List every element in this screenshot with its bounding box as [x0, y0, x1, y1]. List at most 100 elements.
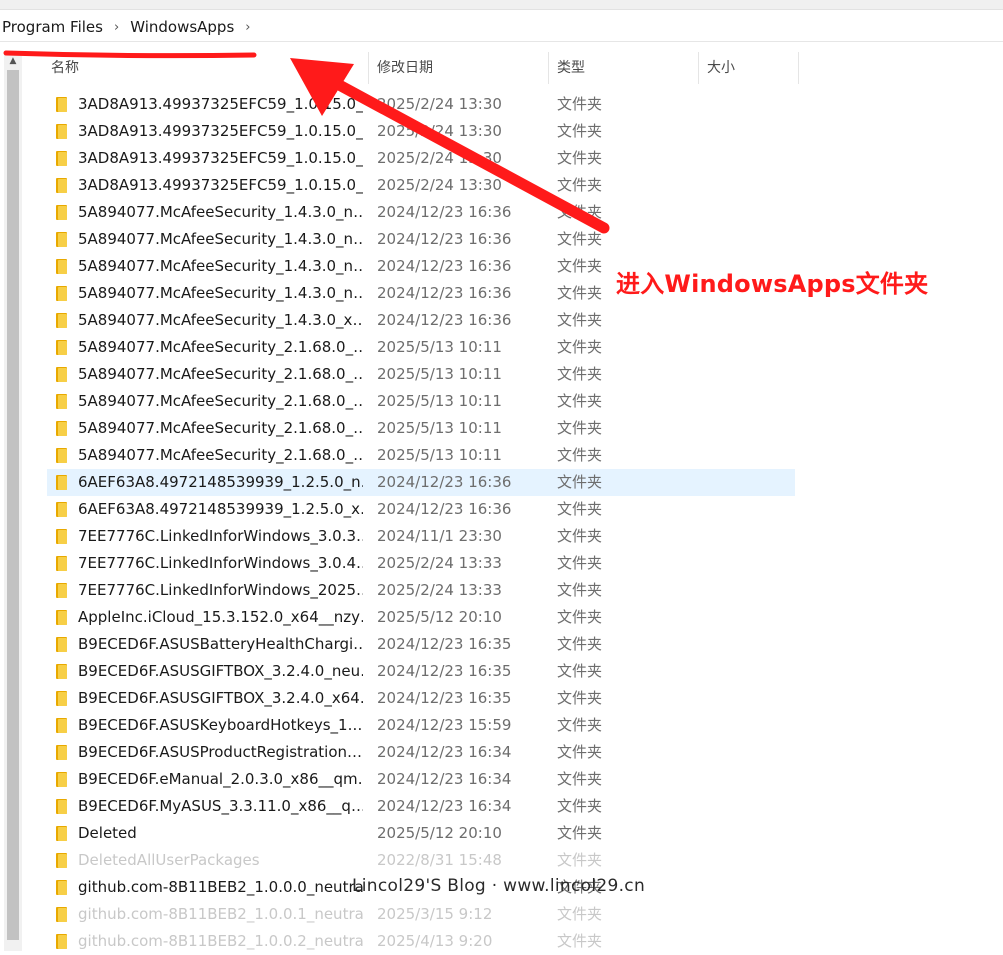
file-modified-date: 2024/12/23 16:35 [377, 635, 512, 653]
column-divider[interactable] [368, 52, 369, 84]
file-row[interactable]: B9ECED6F.MyASUS_3.3.11.0_x86__q… 2024/12/… [47, 793, 795, 820]
file-row[interactable]: 5A894077.McAfeeSecurity_2.1.68.0_… 2025/5… [47, 334, 795, 361]
file-row[interactable]: 7EE7776C.LinkedInforWindows_3.0.4… 2025/2… [47, 550, 795, 577]
file-type: 文件夹 [557, 770, 603, 788]
file-name: github.com-8B11BEB2_1.0.0.0_neutra… [78, 878, 363, 896]
file-modified-date: 2025/2/24 13:30 [377, 95, 502, 113]
file-row[interactable]: 5A894077.McAfeeSecurity_1.4.3.0_n… 2024/1… [47, 226, 795, 253]
file-row[interactable]: 5A894077.McAfeeSecurity_1.4.3.0_n… 2024/1… [47, 199, 795, 226]
file-modified-date: 2024/12/23 16:35 [377, 689, 512, 707]
file-modified-date: 2025/5/13 10:11 [377, 392, 502, 410]
file-modified-date: 2025/5/12 20:10 [377, 824, 502, 842]
file-row[interactable]: Deleted 2025/5/12 20:10 文件夹 [47, 820, 795, 847]
file-type: 文件夹 [557, 122, 603, 140]
file-row[interactable]: 7EE7776C.LinkedInforWindows_2025… 2025/2/… [47, 577, 795, 604]
folder-icon [56, 853, 67, 868]
breadcrumb-item-program-files[interactable]: Program Files [0, 18, 105, 36]
file-modified-date: 2025/5/12 20:10 [377, 608, 502, 626]
file-row[interactable]: DeletedAllUserPackages 2022/8/31 15:48 文件夹 [47, 847, 795, 874]
folder-icon [56, 772, 67, 787]
file-name: B9ECED6F.ASUSGIFTBOX_3.2.4.0_x64… [78, 689, 363, 707]
folder-icon [56, 259, 67, 274]
file-row[interactable]: B9ECED6F.ASUSKeyboardHotkeys_1.… 2024/12/… [47, 712, 795, 739]
file-type: 文件夹 [557, 527, 603, 545]
file-row[interactable]: 5A894077.McAfeeSecurity_2.1.68.0_… 2025/5… [47, 442, 795, 469]
breadcrumb-expand-chevron-icon[interactable]: › [245, 20, 250, 35]
file-modified-date: 2024/12/23 16:36 [377, 203, 512, 221]
folder-icon [56, 637, 67, 652]
file-row[interactable]: B9ECED6F.ASUSProductRegistration… 2024/12… [47, 739, 795, 766]
folder-icon [56, 394, 67, 409]
breadcrumb-chevron-icon[interactable]: › [114, 20, 119, 35]
file-name: 3AD8A913.49937325EFC59_1.0.15.0_… [78, 122, 363, 140]
file-type: 文件夹 [557, 95, 603, 113]
folder-icon [56, 745, 67, 760]
file-row[interactable]: AppleInc.iCloud_15.3.152.0_x64__nzy… 2025… [47, 604, 795, 631]
file-name: B9ECED6F.MyASUS_3.3.11.0_x86__q… [78, 797, 363, 815]
file-type: 文件夹 [557, 581, 603, 599]
file-modified-date: 2025/3/15 9:12 [377, 905, 493, 923]
folder-icon [56, 718, 67, 733]
file-name: 5A894077.McAfeeSecurity_1.4.3.0_x… [78, 311, 363, 329]
column-header-type[interactable]: 类型 [557, 52, 585, 84]
file-name: 5A894077.McAfeeSecurity_1.4.3.0_n… [78, 257, 363, 275]
file-name: 6AEF63A8.4972148539939_1.2.5.0_x… [78, 500, 363, 518]
file-type: 文件夹 [557, 419, 603, 437]
folder-icon [56, 934, 67, 949]
file-row[interactable]: 6AEF63A8.4972148539939_1.2.5.0_n… 2024/12… [47, 469, 795, 496]
file-row[interactable]: B9ECED6F.ASUSGIFTBOX_3.2.4.0_x64… 2024/12… [47, 685, 795, 712]
file-type: 文件夹 [557, 905, 603, 923]
file-modified-date: 2024/12/23 16:34 [377, 743, 512, 761]
scrollbar-thumb[interactable] [7, 70, 19, 940]
scroll-up-arrow-icon[interactable]: ▲ [4, 53, 22, 69]
column-header-name[interactable]: 名称 [51, 52, 79, 84]
file-row[interactable]: B9ECED6F.ASUSBatteryHealthChargi… 2024/12… [47, 631, 795, 658]
file-name: B9ECED6F.ASUSBatteryHealthChargi… [78, 635, 363, 653]
file-type: 文件夹 [557, 500, 603, 518]
file-name: 7EE7776C.LinkedInforWindows_2025… [78, 581, 363, 599]
column-header-date[interactable]: 修改日期 [377, 52, 433, 84]
file-name: 5A894077.McAfeeSecurity_2.1.68.0_… [78, 338, 363, 356]
file-modified-date: 2024/12/23 16:34 [377, 770, 512, 788]
file-row[interactable]: 5A894077.McAfeeSecurity_2.1.68.0_… 2025/5… [47, 361, 795, 388]
file-name: DeletedAllUserPackages [78, 851, 260, 869]
file-modified-date: 2024/12/23 15:59 [377, 716, 512, 734]
file-row[interactable]: 5A894077.McAfeeSecurity_2.1.68.0_… 2025/5… [47, 388, 795, 415]
file-name: 6AEF63A8.4972148539939_1.2.5.0_n… [78, 473, 363, 491]
file-type: 文件夹 [557, 230, 603, 248]
file-name: B9ECED6F.ASUSProductRegistration… [78, 743, 363, 761]
column-header: 名称 修改日期 类型 大小 [40, 52, 800, 84]
file-row[interactable]: github.com-8B11BEB2_1.0.0.1_neutra… 2025/… [47, 901, 795, 928]
column-divider[interactable] [798, 52, 799, 84]
column-header-size[interactable]: 大小 [707, 52, 735, 84]
watermark: Lincol29'S Blog · www.lincol29.cn [352, 876, 646, 896]
file-modified-date: 2024/12/23 16:36 [377, 230, 512, 248]
folder-icon [56, 529, 67, 544]
folder-icon [56, 340, 67, 355]
breadcrumb-item-windowsapps[interactable]: WindowsApps [128, 18, 236, 36]
file-name: 3AD8A913.49937325EFC59_1.0.15.0_… [78, 176, 363, 194]
file-type: 文件夹 [557, 311, 603, 329]
file-type: 文件夹 [557, 365, 603, 383]
file-row[interactable]: 3AD8A913.49937325EFC59_1.0.15.0_… 2025/2/… [47, 91, 795, 118]
file-row[interactable]: 3AD8A913.49937325EFC59_1.0.15.0_… 2025/2/… [47, 145, 795, 172]
file-row[interactable]: 3AD8A913.49937325EFC59_1.0.15.0_… 2025/2/… [47, 172, 795, 199]
breadcrumb-divider [0, 41, 1003, 42]
file-row[interactable]: 5A894077.McAfeeSecurity_1.4.3.0_x… 2024/1… [47, 307, 795, 334]
folder-icon [56, 367, 67, 382]
file-row[interactable]: B9ECED6F.ASUSGIFTBOX_3.2.4.0_neu… 2024/12… [47, 658, 795, 685]
file-row[interactable]: 5A894077.McAfeeSecurity_2.1.68.0_… 2025/5… [47, 415, 795, 442]
file-modified-date: 2025/5/13 10:11 [377, 365, 502, 383]
file-row[interactable]: 6AEF63A8.4972148539939_1.2.5.0_x… 2024/12… [47, 496, 795, 523]
file-name: Deleted [78, 824, 137, 842]
file-type: 文件夹 [557, 797, 603, 815]
column-divider[interactable] [698, 52, 699, 84]
file-modified-date: 2025/2/24 13:33 [377, 554, 502, 572]
file-row[interactable]: 7EE7776C.LinkedInforWindows_3.0.3… 2024/1… [47, 523, 795, 550]
file-type: 文件夹 [557, 851, 603, 869]
folder-icon [56, 124, 67, 139]
column-divider[interactable] [548, 52, 549, 84]
file-row[interactable]: B9ECED6F.eManual_2.0.3.0_x86__qm… 2024/12… [47, 766, 795, 793]
file-row[interactable]: 3AD8A913.49937325EFC59_1.0.15.0_… 2025/2/… [47, 118, 795, 145]
folder-icon [56, 583, 67, 598]
